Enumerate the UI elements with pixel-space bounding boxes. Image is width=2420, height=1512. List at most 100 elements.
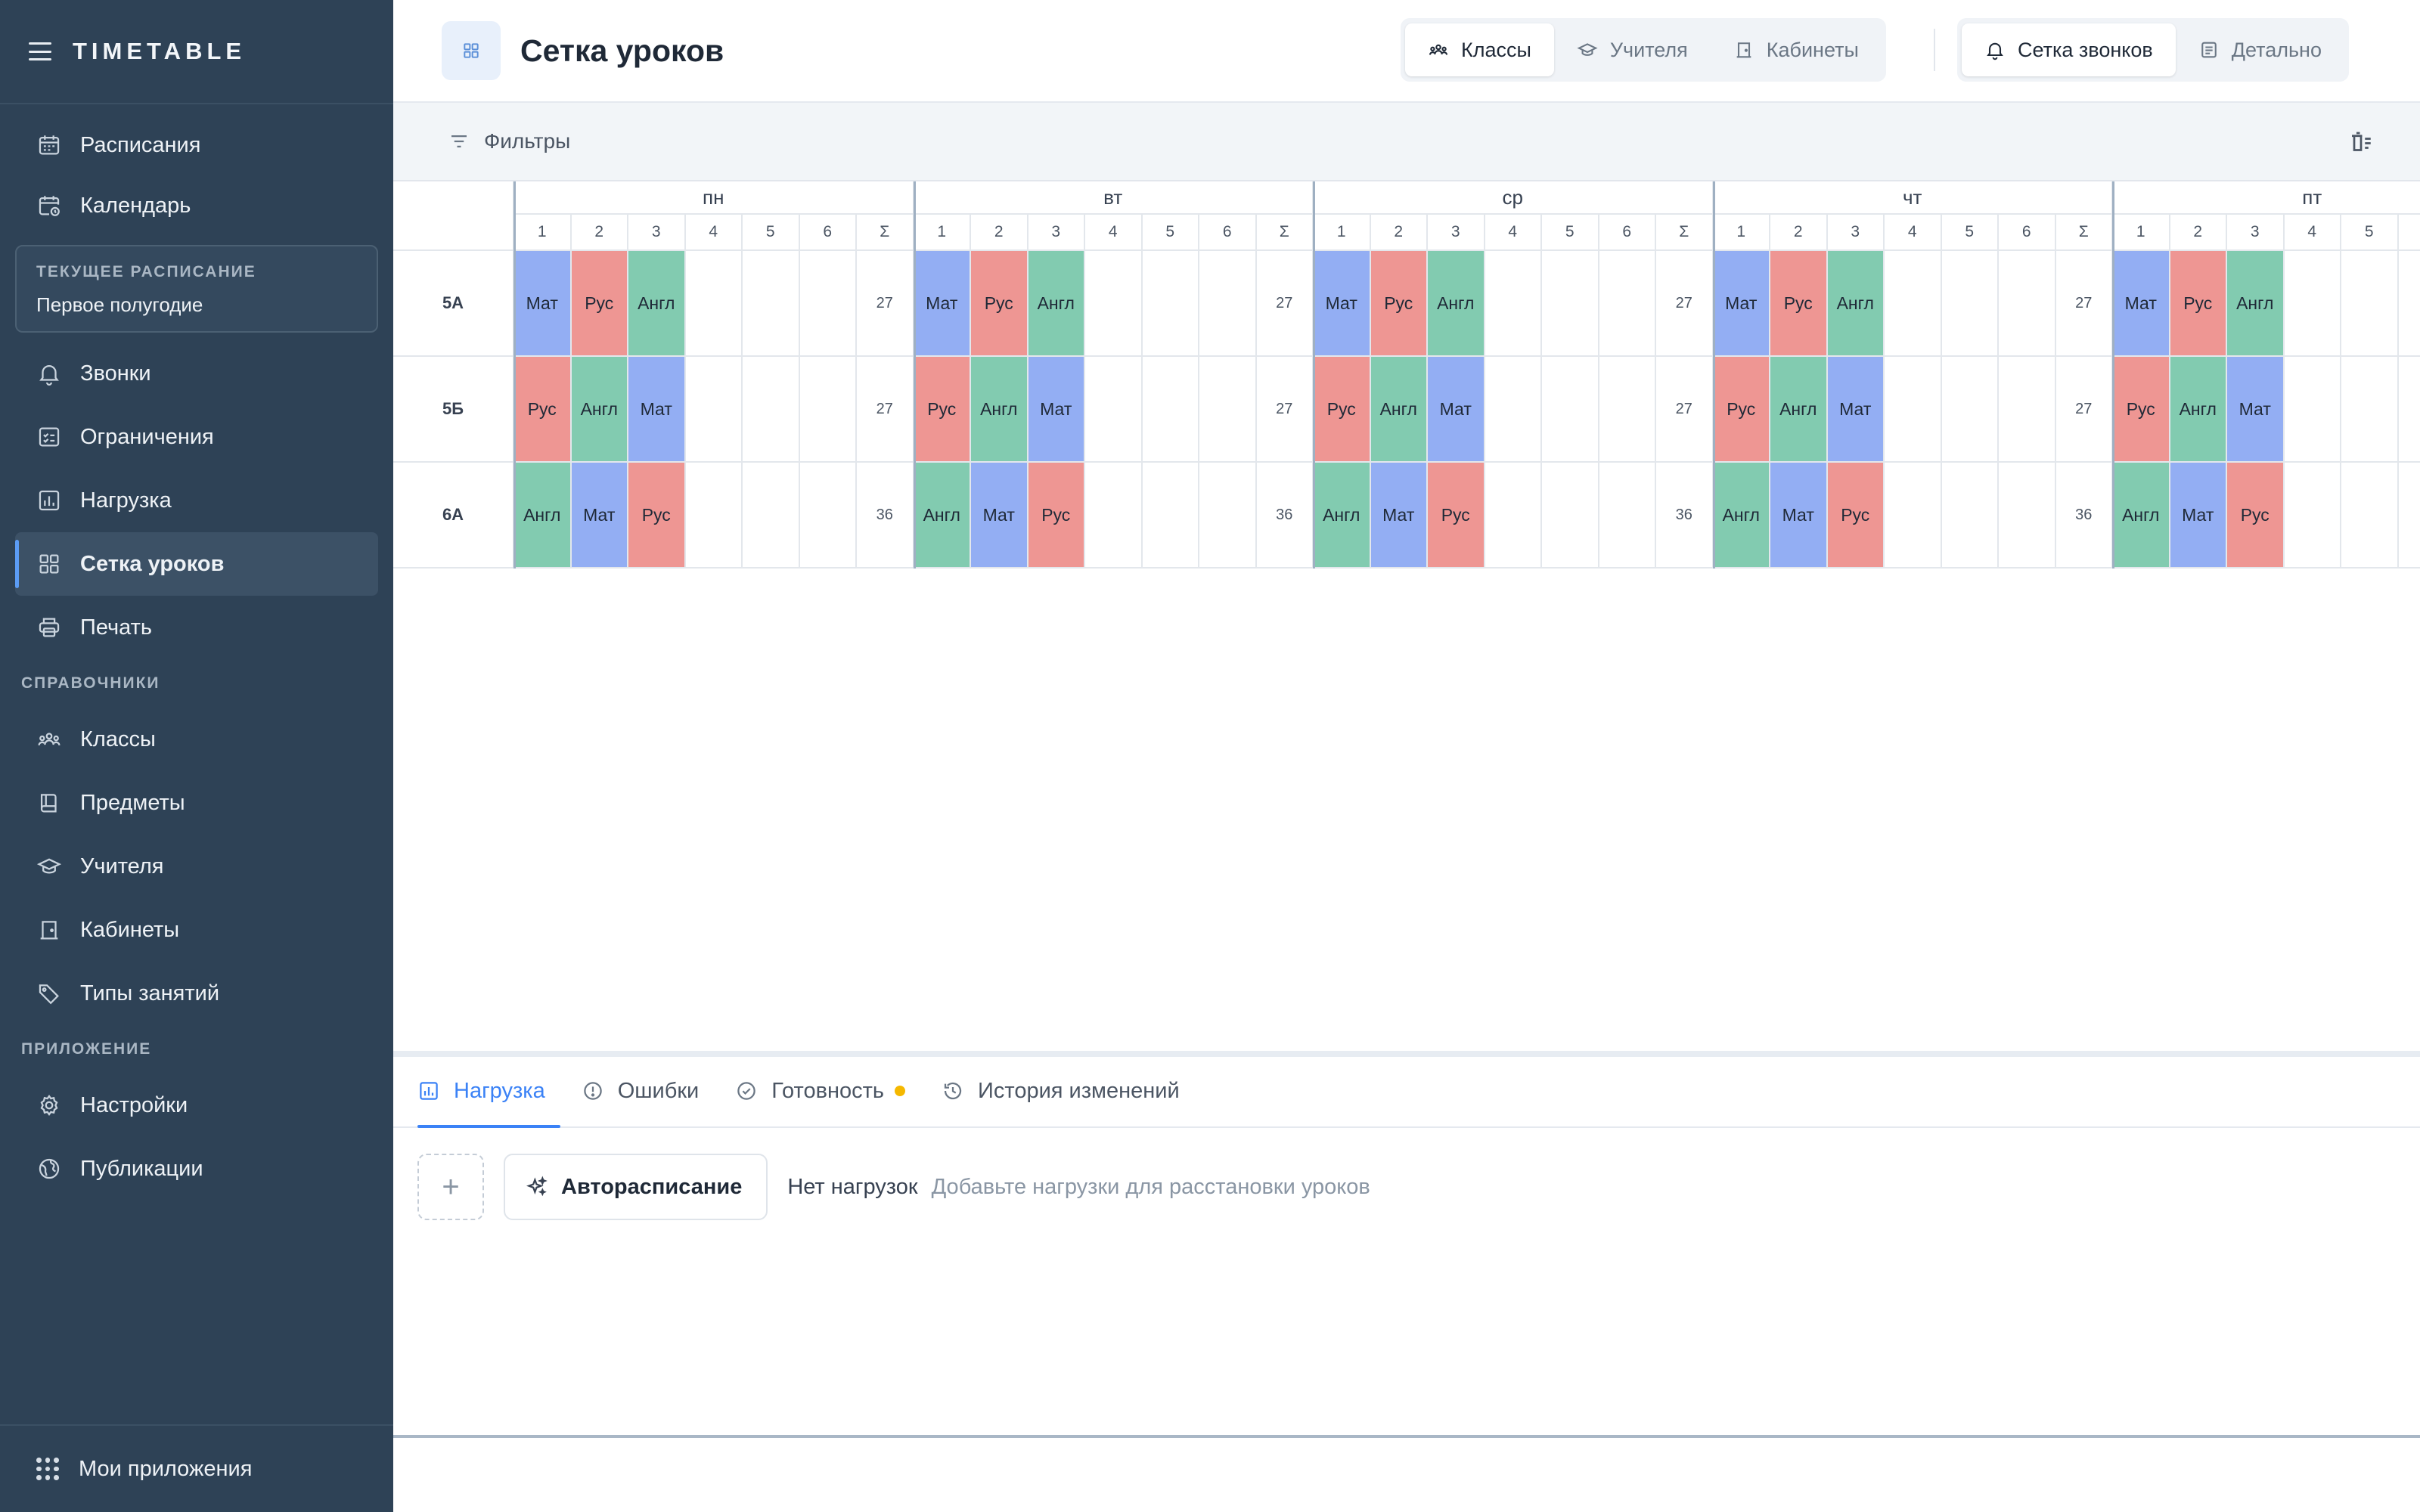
lesson-cell[interactable]: Мат [1827, 357, 1885, 463]
lesson-cell[interactable]: Мат [971, 463, 1028, 569]
sidebar-item-teachers[interactable]: Учителя [15, 835, 378, 898]
lesson-cell[interactable]: Рус [1028, 463, 1085, 569]
view-tab-rooms[interactable]: Кабинеты [1711, 23, 1882, 76]
empty-slot[interactable] [1085, 357, 1143, 463]
empty-slot[interactable] [1142, 463, 1199, 569]
sidebar-item-lesson-types[interactable]: Типы занятий [15, 962, 378, 1025]
class-row-header[interactable]: 5А [393, 251, 514, 357]
current-schedule-selector[interactable]: ТЕКУЩЕЕ РАСПИСАНИЕ Первое полугодие [15, 245, 378, 333]
empty-slot[interactable] [743, 463, 800, 569]
empty-slot[interactable] [2398, 463, 2420, 569]
empty-slot[interactable] [2284, 251, 2341, 357]
empty-slot[interactable] [1542, 251, 1599, 357]
mode-tab-bell-grid[interactable]: Сетка звонков [1962, 23, 2176, 76]
lesson-cell[interactable]: Рус [2227, 463, 2285, 569]
empty-slot[interactable] [1885, 251, 1942, 357]
mode-tab-detailed[interactable]: Детально [2176, 23, 2344, 76]
empty-slot[interactable] [799, 463, 857, 569]
empty-slot[interactable] [2284, 357, 2341, 463]
lesson-cell[interactable]: Англ [1770, 357, 1828, 463]
empty-slot[interactable] [2341, 357, 2399, 463]
empty-slot[interactable] [1085, 463, 1143, 569]
lesson-cell[interactable]: Англ [628, 251, 686, 357]
filters-button[interactable]: Фильтры [484, 129, 570, 153]
empty-slot[interactable] [685, 251, 743, 357]
lesson-cell[interactable]: Мат [1713, 251, 1770, 357]
sidebar-item-lesson-grid[interactable]: Сетка уроков [15, 532, 378, 596]
lesson-cell[interactable]: Рус [1314, 357, 1371, 463]
empty-slot[interactable] [1199, 463, 1257, 569]
lesson-cell[interactable]: Англ [1314, 463, 1371, 569]
lesson-cell[interactable]: Рус [971, 251, 1028, 357]
sidebar-item-calendar[interactable]: Календарь [15, 175, 378, 236]
lesson-cell[interactable]: Англ [1713, 463, 1770, 569]
lesson-cell[interactable]: Рус [1770, 251, 1828, 357]
lesson-cell[interactable]: Рус [514, 357, 572, 463]
empty-slot[interactable] [1485, 251, 1542, 357]
lesson-cell[interactable]: Англ [1028, 251, 1085, 357]
sidebar-item-rooms[interactable]: Кабинеты [15, 898, 378, 962]
lesson-cell[interactable]: Мат [1028, 357, 1085, 463]
empty-slot[interactable] [1599, 463, 1656, 569]
lesson-cell[interactable]: Мат [571, 463, 628, 569]
sidebar-item-workload[interactable]: Нагрузка [15, 469, 378, 532]
empty-slot[interactable] [1999, 357, 2056, 463]
empty-slot[interactable] [1999, 251, 2056, 357]
add-workload-button[interactable]: + [417, 1154, 484, 1220]
lesson-cell[interactable]: Рус [1428, 463, 1485, 569]
empty-slot[interactable] [799, 357, 857, 463]
empty-slot[interactable] [1999, 463, 2056, 569]
lesson-cell[interactable]: Мат [914, 251, 971, 357]
sidebar-item-subjects[interactable]: Предметы [15, 771, 378, 835]
filter-icon[interactable] [448, 130, 470, 153]
lesson-cell[interactable]: Англ [2227, 251, 2285, 357]
tab-history[interactable]: История изменений [942, 1055, 1195, 1126]
lesson-cell[interactable]: Мат [1370, 463, 1428, 569]
empty-slot[interactable] [1199, 251, 1257, 357]
lesson-cell[interactable]: Англ [914, 463, 971, 569]
sidebar-item-schedules[interactable]: Расписания [15, 115, 378, 175]
tab-readiness[interactable]: Готовность [735, 1055, 920, 1126]
empty-slot[interactable] [1542, 463, 1599, 569]
my-apps-button[interactable]: Мои приложения [0, 1424, 393, 1512]
lesson-cell[interactable]: Мат [1770, 463, 1828, 569]
lesson-cell[interactable]: Англ [1827, 251, 1885, 357]
lesson-cell[interactable]: Рус [628, 463, 686, 569]
tab-workload[interactable]: Нагрузка [417, 1055, 560, 1128]
lesson-cell[interactable]: Рус [2170, 251, 2227, 357]
empty-slot[interactable] [1599, 251, 1656, 357]
empty-slot[interactable] [1142, 357, 1199, 463]
empty-slot[interactable] [1941, 463, 1999, 569]
auto-schedule-button[interactable]: Авторасписание [504, 1154, 768, 1220]
lesson-cell[interactable]: Мат [2227, 357, 2285, 463]
lesson-cell[interactable]: Англ [1428, 251, 1485, 357]
empty-slot[interactable] [1085, 251, 1143, 357]
lesson-cell[interactable]: Рус [1827, 463, 1885, 569]
lesson-cell[interactable]: Англ [571, 357, 628, 463]
empty-slot[interactable] [1485, 357, 1542, 463]
empty-slot[interactable] [1542, 357, 1599, 463]
empty-slot[interactable] [2398, 357, 2420, 463]
lesson-cell[interactable]: Мат [1314, 251, 1371, 357]
sidebar-item-publications[interactable]: Публикации [15, 1137, 378, 1201]
view-tab-teachers[interactable]: Учителя [1554, 23, 1711, 76]
clear-schedule-icon[interactable] [2347, 129, 2375, 156]
lesson-cell[interactable]: Мат [628, 357, 686, 463]
empty-slot[interactable] [743, 357, 800, 463]
lesson-cell[interactable]: Англ [1370, 357, 1428, 463]
empty-slot[interactable] [1941, 251, 1999, 357]
class-row-header[interactable]: 6А [393, 463, 514, 569]
lesson-cell[interactable]: Рус [2113, 357, 2170, 463]
empty-slot[interactable] [2341, 463, 2399, 569]
empty-slot[interactable] [2398, 251, 2420, 357]
sidebar-item-classes[interactable]: Классы [15, 708, 378, 771]
class-row-header[interactable]: 5Б [393, 357, 514, 463]
lesson-cell[interactable]: Англ [2113, 463, 2170, 569]
empty-slot[interactable] [2284, 463, 2341, 569]
empty-slot[interactable] [1599, 357, 1656, 463]
lesson-cell[interactable]: Англ [514, 463, 572, 569]
lesson-cell[interactable]: Рус [1713, 357, 1770, 463]
empty-slot[interactable] [1885, 357, 1942, 463]
empty-slot[interactable] [743, 251, 800, 357]
empty-slot[interactable] [2341, 251, 2399, 357]
